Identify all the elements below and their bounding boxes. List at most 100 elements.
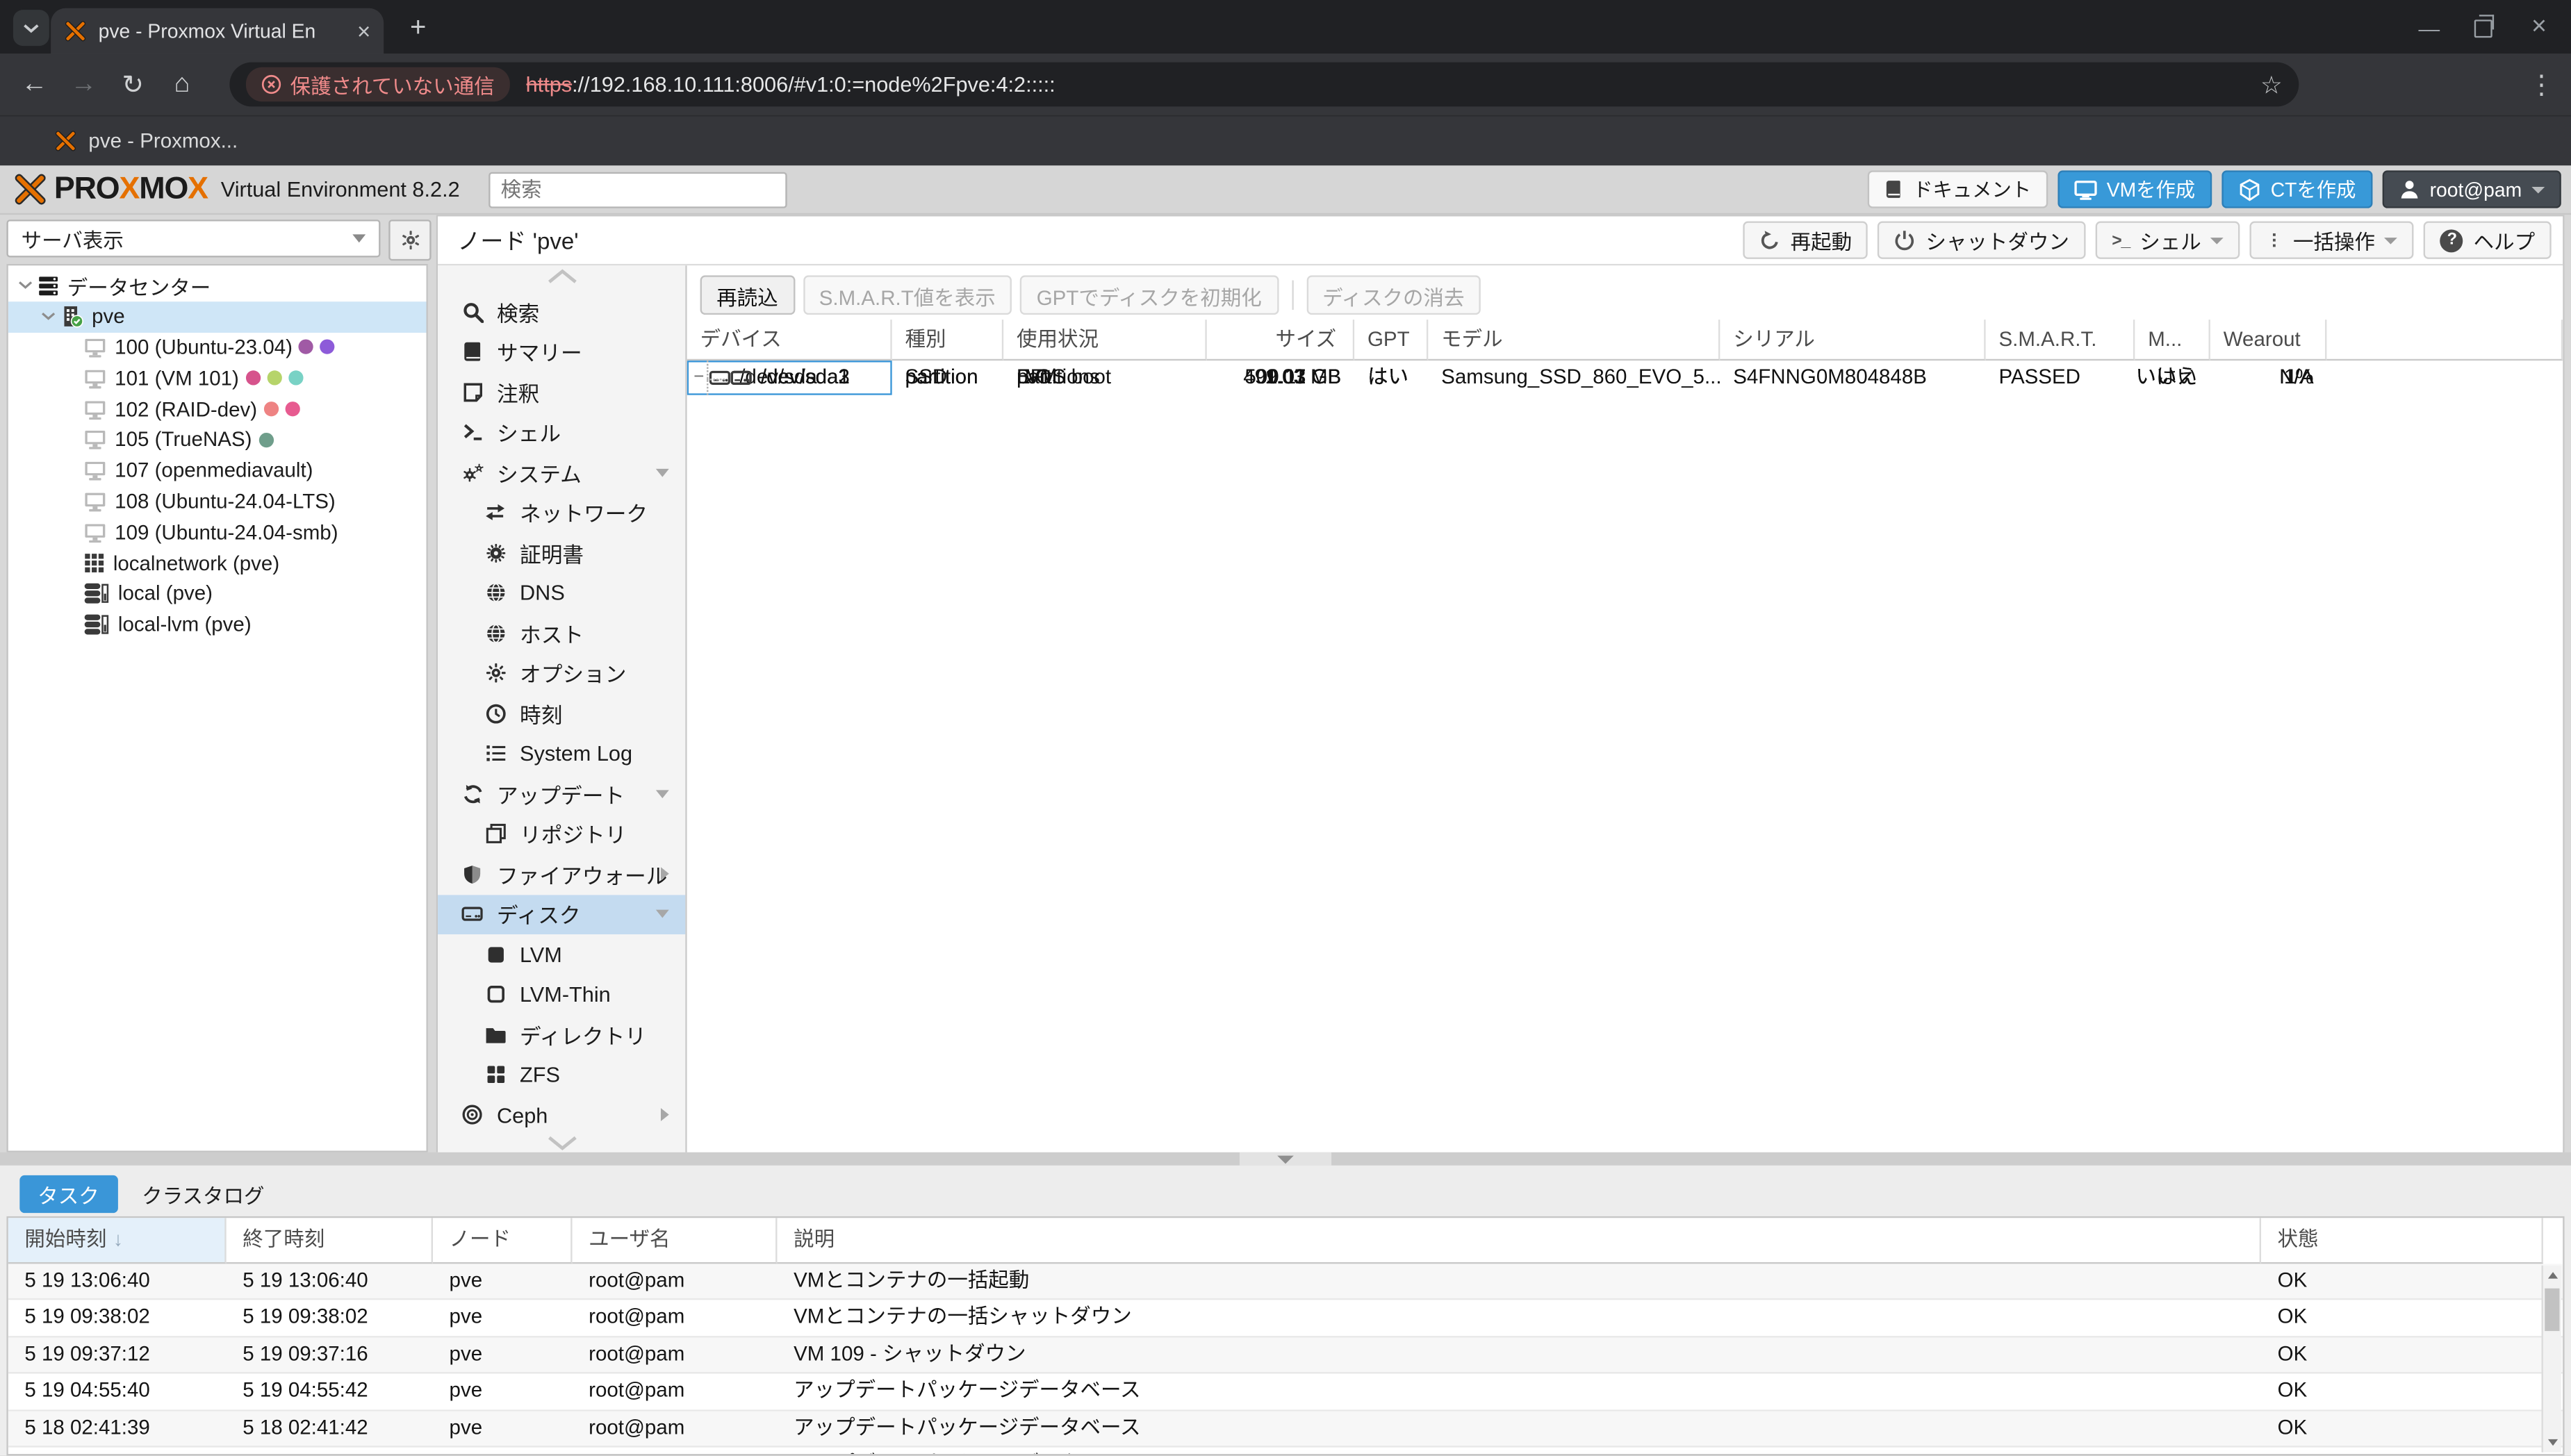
menu-item[interactable]: シェル: [438, 412, 685, 452]
address-bar[interactable]: 保護されていない通信 https://192.168.10.111:8006/#…: [229, 63, 2299, 107]
menu-item[interactable]: ZFS: [438, 1054, 685, 1095]
user-menu-button[interactable]: root@pam: [2382, 170, 2561, 208]
menu-item[interactable]: 証明書: [438, 533, 685, 573]
scroll-up-icon[interactable]: [2543, 1266, 2561, 1285]
disk-toolbar-button[interactable]: ディスクの消去: [1306, 275, 1481, 315]
forward-icon[interactable]: →: [59, 69, 108, 99]
menu-item[interactable]: 注釈: [438, 372, 685, 413]
disk-column-header[interactable]: シリアル: [1720, 320, 1985, 361]
task-row[interactable]: 5 19 13:06:405 19 13:06:40pveroot@pamVMと…: [8, 1264, 2563, 1300]
menu-item[interactable]: リポジトリ: [438, 814, 685, 854]
task-tab[interactable]: タスク: [19, 1175, 117, 1213]
task-row[interactable]: アップデートパッケージデータベース: [8, 1448, 2563, 1456]
disk-column-header[interactable]: サイズ: [1207, 320, 1354, 361]
menu-item[interactable]: Ceph: [438, 1095, 685, 1135]
new-tab-button[interactable]: +: [398, 10, 438, 46]
node-action-terminal-prompt[interactable]: >_シェル: [2096, 222, 2241, 259]
task-column-header[interactable]: ノード: [433, 1218, 573, 1264]
bookmark-star-icon[interactable]: ☆: [2260, 69, 2283, 99]
task-row[interactable]: 5 19 04:55:405 19 04:55:42pveroot@pamアップ…: [8, 1374, 2563, 1411]
menu-scroll-up-icon[interactable]: [438, 269, 685, 283]
disk-column-header[interactable]: GPT: [1354, 320, 1428, 361]
menu-item[interactable]: サマリー: [438, 332, 685, 372]
tab-search-button[interactable]: [13, 10, 49, 46]
scroll-down-icon[interactable]: [2543, 1433, 2561, 1453]
horizontal-splitter[interactable]: [0, 1152, 2571, 1166]
menu-item[interactable]: 時刻: [438, 693, 685, 734]
bookmark-item[interactable]: pve - Proxmox...: [54, 129, 238, 152]
splitter-handle[interactable]: [1240, 1152, 1331, 1166]
tree-item[interactable]: 100 (Ubuntu-23.04): [8, 332, 427, 363]
task-row[interactable]: 5 19 09:38:025 19 09:38:02pveroot@pamVMと…: [8, 1300, 2563, 1337]
task-row[interactable]: 5 18 02:41:395 18 02:41:42pveroot@pamアップ…: [8, 1411, 2563, 1448]
menu-item[interactable]: アップデート: [438, 774, 685, 814]
disk-device-cell[interactable]: /dev/sda3: [687, 361, 892, 395]
create-vm-button[interactable]: VMを作成: [2057, 170, 2212, 208]
node-action-bulk-actions[interactable]: 一括操作: [2251, 222, 2415, 259]
home-icon[interactable]: ⌂: [158, 69, 207, 99]
tree-item[interactable]: local-lvm (pve): [8, 609, 427, 640]
tree-item[interactable]: 108 (Ubuntu-24.04-LTS): [8, 486, 427, 517]
expanded-caret-icon[interactable]: [656, 790, 669, 798]
global-search-input[interactable]: [489, 172, 787, 208]
menu-item[interactable]: ネットワーク: [438, 493, 685, 533]
tree-item[interactable]: localnetwork (pve): [8, 548, 427, 579]
menu-item[interactable]: オプション: [438, 653, 685, 693]
tree-item[interactable]: 107 (openmediavault): [8, 455, 427, 486]
window-close-button[interactable]: ×: [2517, 6, 2561, 49]
task-column-header[interactable]: 状態: [2261, 1218, 2543, 1264]
menu-item[interactable]: ディスク: [438, 894, 685, 934]
task-column-header[interactable]: 説明: [777, 1218, 2261, 1264]
menu-item[interactable]: LVM: [438, 934, 685, 975]
expanded-caret-icon[interactable]: [656, 910, 669, 918]
reload-icon[interactable]: ↻: [108, 68, 158, 101]
task-column-header[interactable]: 終了時刻: [227, 1218, 433, 1264]
tree-item[interactable]: pve: [8, 301, 427, 332]
disk-column-header[interactable]: Wearout: [2210, 320, 2327, 361]
menu-item[interactable]: DNS: [438, 573, 685, 613]
create-ct-button[interactable]: CTを作成: [2221, 170, 2372, 208]
menu-item[interactable]: ホスト: [438, 613, 685, 654]
menu-scroll-down-icon[interactable]: [438, 1136, 685, 1150]
documentation-button[interactable]: ドキュメント: [1867, 170, 2048, 208]
window-maximize-button[interactable]: [2461, 6, 2506, 49]
task-column-header[interactable]: 開始時刻↓: [8, 1218, 227, 1264]
task-row[interactable]: 5 19 09:37:125 19 09:37:16pveroot@pamVM …: [8, 1337, 2563, 1374]
node-action-help[interactable]: ?ヘルプ: [2424, 222, 2552, 259]
disk-column-header[interactable]: 種別: [892, 320, 1003, 361]
back-icon[interactable]: ←: [10, 69, 59, 99]
browser-menu-icon[interactable]: ⋮: [2525, 69, 2558, 101]
not-secure-chip[interactable]: 保護されていない通信: [246, 67, 509, 102]
menu-item[interactable]: ファイアウォール: [438, 854, 685, 894]
expanded-caret-icon[interactable]: [656, 468, 669, 477]
view-mode-select[interactable]: サーバ表示: [6, 220, 380, 257]
menu-item[interactable]: 検索: [438, 292, 685, 332]
window-minimize-button[interactable]: —: [2407, 6, 2451, 49]
tree-collapse-icon[interactable]: [18, 281, 33, 290]
node-action-restart[interactable]: 再起動: [1743, 222, 1868, 259]
disk-toolbar-button[interactable]: S.M.A.R.T値を表示: [803, 275, 1012, 315]
tree-item[interactable]: データセンター: [8, 270, 427, 301]
task-scrollbar[interactable]: [2542, 1266, 2561, 1453]
disk-row[interactable]: /dev/sda3partitionLVM499.03 GBはいいいえN/A: [687, 361, 2563, 395]
disk-toolbar-button[interactable]: 再読込: [700, 275, 795, 315]
tree-collapse-icon[interactable]: [41, 312, 56, 322]
tree-item[interactable]: 105 (TrueNAS): [8, 424, 427, 455]
disk-column-header[interactable]: M...: [2135, 320, 2210, 361]
tree-settings-button[interactable]: [388, 220, 431, 260]
tree-item[interactable]: local (pve): [8, 579, 427, 609]
task-column-header[interactable]: ユーザ名: [573, 1218, 778, 1264]
menu-item[interactable]: システム: [438, 452, 685, 493]
menu-item[interactable]: ディレクトリ: [438, 1015, 685, 1055]
disk-column-header[interactable]: モデル: [1428, 320, 1720, 361]
tree-item[interactable]: 101 (VM 101): [8, 363, 427, 393]
disk-column-header[interactable]: S.M.A.R.T.: [1986, 320, 2135, 361]
disk-column-header[interactable]: 使用状況: [1003, 320, 1207, 361]
node-action-power[interactable]: シャットダウン: [1878, 222, 2086, 259]
tab-close-icon[interactable]: ×: [357, 18, 370, 44]
collapsed-caret-icon[interactable]: [661, 868, 669, 881]
scrollbar-thumb[interactable]: [2545, 1289, 2559, 1331]
tree-item[interactable]: 109 (Ubuntu-24.04-smb): [8, 517, 427, 547]
disk-toolbar-button[interactable]: GPTでディスクを初期化: [1020, 275, 1278, 315]
task-tab[interactable]: クラスタログ: [124, 1175, 282, 1213]
